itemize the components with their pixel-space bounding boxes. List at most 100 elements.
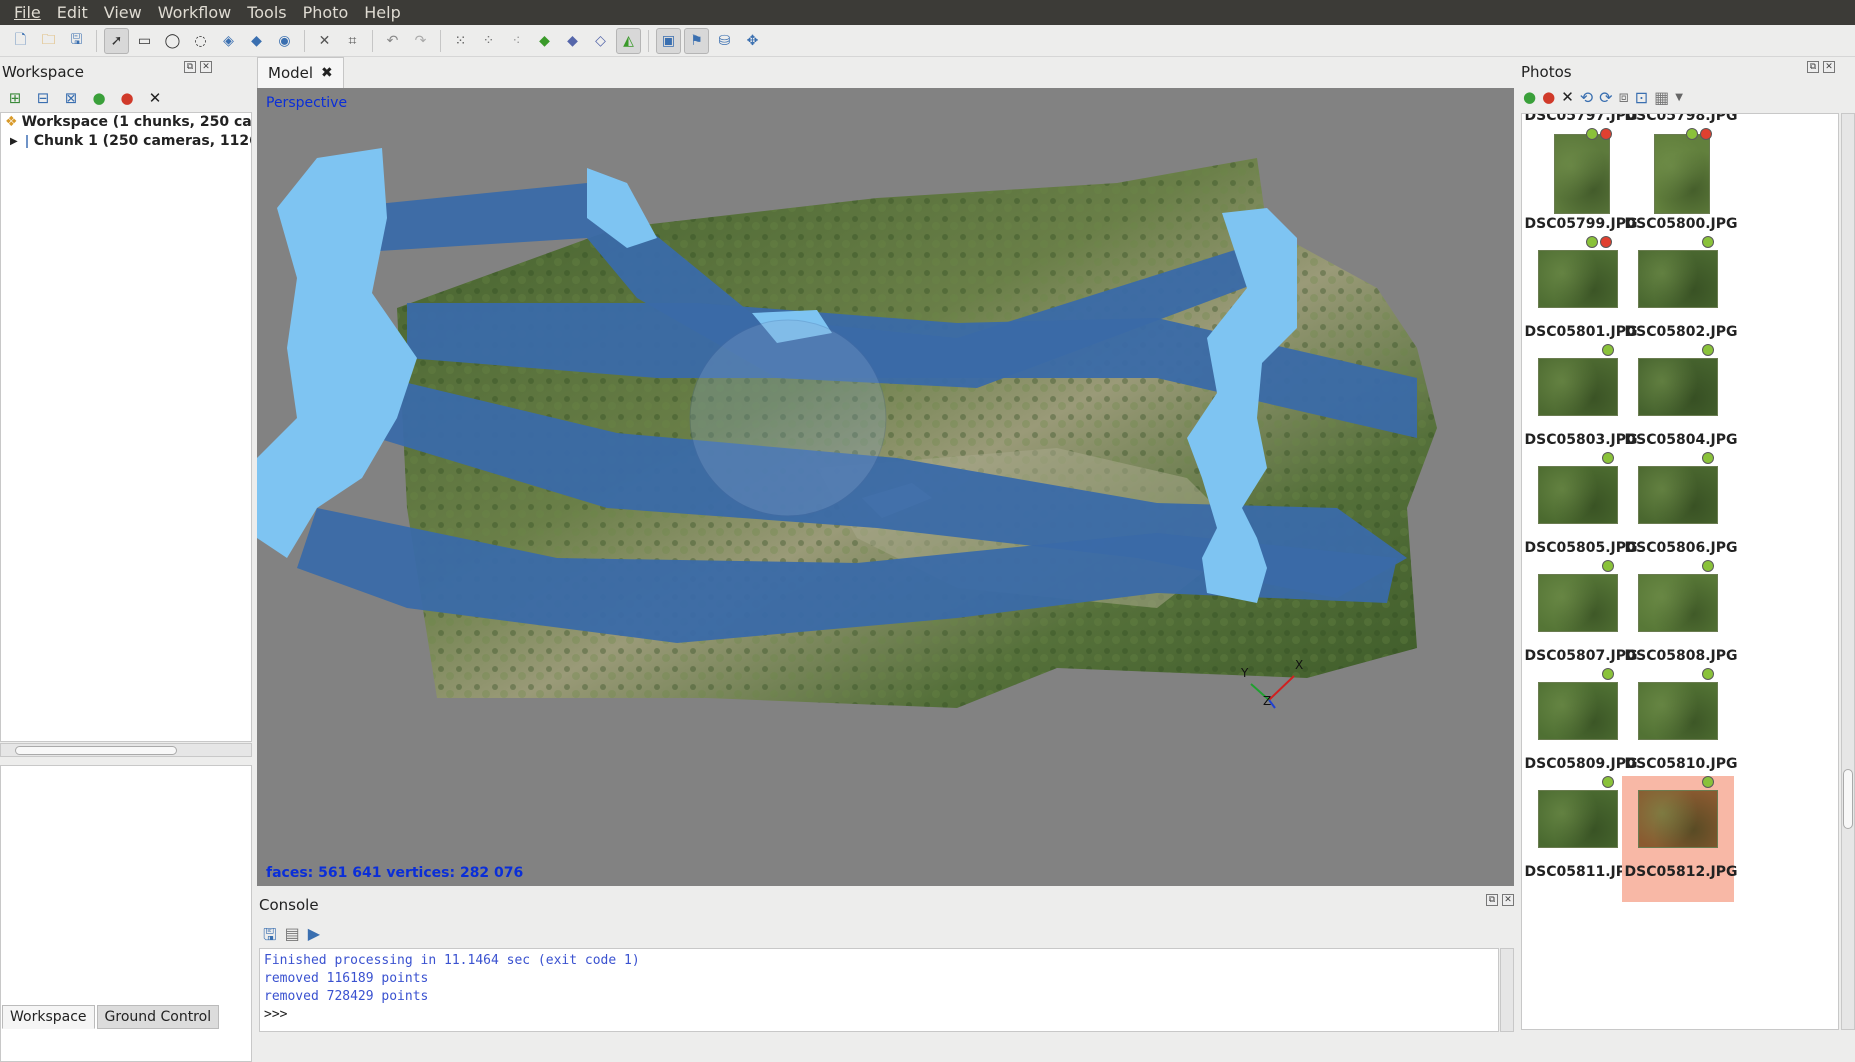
enable-icon[interactable]: ● <box>88 87 110 109</box>
photo-thumbnail[interactable] <box>1538 574 1618 632</box>
close-panel-icon[interactable]: ✕ <box>1502 894 1514 906</box>
menu-photo[interactable]: Photo <box>295 0 357 25</box>
remove-icon[interactable]: ✕ <box>144 87 166 109</box>
photo-thumbnail[interactable] <box>1654 134 1710 214</box>
add-folder-icon[interactable]: ⊠ <box>60 87 82 109</box>
show-region-icon[interactable]: ⛁ <box>712 28 737 54</box>
reset-region-icon[interactable]: ◈ <box>216 28 241 54</box>
rotate-left-icon[interactable]: ⟲ <box>1580 88 1593 107</box>
save-icon[interactable]: 🖫 <box>64 28 89 54</box>
console-prompt[interactable]: >>> <box>264 1006 1494 1024</box>
photo-thumbnail[interactable] <box>1554 134 1610 214</box>
tree-item-workspace[interactable]: ❖ Workspace (1 chunks, 250 cameras) <box>1 113 251 132</box>
remove-icon[interactable]: ✕ <box>1561 88 1574 106</box>
photo-thumbnail[interactable] <box>1538 682 1618 740</box>
photo-thumbnail[interactable] <box>1538 466 1618 524</box>
circle-selection-icon[interactable]: ◯ <box>160 28 185 54</box>
menu-help[interactable]: Help <box>356 0 408 25</box>
photo-item[interactable]: DSC05811.JPG <box>1522 776 1637 902</box>
photo-item[interactable]: DSC05812.JPG <box>1622 776 1737 902</box>
add-chunk-icon[interactable]: ⊞ <box>4 87 26 109</box>
menu-edit[interactable]: Edit <box>49 0 96 25</box>
scrollbar-thumb[interactable] <box>1843 769 1853 829</box>
photo-thumbnail[interactable] <box>1638 250 1718 308</box>
crop-selection-icon[interactable]: ⌗ <box>340 28 365 54</box>
scrollbar-thumb[interactable] <box>15 746 177 755</box>
solid-model-icon[interactable]: ◆ <box>560 28 585 54</box>
delete-selection-icon[interactable]: ✕ <box>312 28 337 54</box>
show-markers-icon[interactable]: ⚑ <box>684 27 709 54</box>
resize-region-icon[interactable]: ◆ <box>244 28 269 54</box>
photo-label[interactable]: DSC05798.JPG <box>1622 114 1740 124</box>
tree-item-chunk[interactable]: ▶ Chunk 1 (250 cameras, 112671 points) <box>1 132 251 151</box>
view-mode-icon[interactable]: ▦ <box>1654 88 1669 107</box>
menu-file[interactable]: File <box>6 0 49 25</box>
enable-icon[interactable]: ● <box>1523 88 1536 106</box>
shaded-model-icon[interactable]: ◆ <box>532 28 557 54</box>
workspace-tree: ❖ Workspace (1 chunks, 250 cameras) ▶ Ch… <box>0 112 252 742</box>
photo-thumbnail[interactable] <box>1638 358 1718 416</box>
rectangle-selection-icon[interactable]: ▭ <box>132 28 157 54</box>
wireframe-model-icon[interactable]: ◇ <box>588 28 613 54</box>
menu-view[interactable]: View <box>96 0 150 25</box>
console-toolbar: 🖫 ▤ ▶ <box>263 924 320 951</box>
undo-icon[interactable]: ↶ <box>380 28 405 54</box>
menu-workflow[interactable]: Workflow <box>150 0 239 25</box>
photos-scrollbar[interactable] <box>1841 113 1855 1030</box>
disable-icon[interactable]: ● <box>1542 88 1555 106</box>
run-script-icon[interactable]: ▶ <box>308 924 320 951</box>
open-folder-icon[interactable]: 🗀 <box>36 28 61 54</box>
photo-thumbnail[interactable] <box>1638 682 1718 740</box>
menu-bar: File Edit View Workflow Tools Photo Help <box>0 0 1855 25</box>
float-panel-icon[interactable]: ⧉ <box>1486 894 1498 906</box>
tab-ground-control[interactable]: Ground Control <box>96 1005 220 1029</box>
model-viewport[interactable]: X Y Z Perspective faces: 561 641 vertice… <box>257 88 1514 886</box>
photo-thumbnail[interactable] <box>1538 358 1618 416</box>
photo-label[interactable]: DSC05806.JPG <box>1622 540 1740 556</box>
photo-label[interactable]: DSC05800.JPG <box>1622 216 1740 232</box>
close-tab-icon[interactable]: ✖ <box>321 58 333 89</box>
disable-icon[interactable]: ● <box>116 87 138 109</box>
filter-icon[interactable]: ⧈ <box>1619 87 1629 107</box>
photo-label[interactable]: DSC05802.JPG <box>1622 324 1740 340</box>
close-panel-icon[interactable]: ✕ <box>1823 61 1835 73</box>
navigation-cursor-icon[interactable]: ➚ <box>104 27 129 54</box>
workspace-horizontal-scrollbar[interactable] <box>0 743 252 757</box>
dense-cloud-icon[interactable]: ⁘ <box>476 28 501 54</box>
photo-label[interactable]: DSC05810.JPG <box>1622 756 1740 772</box>
photo-label[interactable]: DSC05804.JPG <box>1622 432 1740 448</box>
navigation-trackball[interactable] <box>689 319 887 517</box>
float-panel-icon[interactable]: ⧉ <box>1807 61 1819 73</box>
tab-model[interactable]: Model ✖ <box>257 57 344 88</box>
rotate-region-icon[interactable]: ◉ <box>272 28 297 54</box>
show-cameras-icon[interactable]: ▣ <box>656 27 681 54</box>
photo-label[interactable]: DSC05812.JPG <box>1622 864 1740 880</box>
photo-thumbnail[interactable] <box>1538 790 1618 848</box>
photo-thumbnail[interactable] <box>1638 790 1718 848</box>
free-form-selection-icon[interactable]: ◌ <box>188 28 213 54</box>
console-scrollbar[interactable] <box>1500 948 1514 1032</box>
textured-model-icon[interactable]: ◭ <box>616 27 641 54</box>
expand-arrow-icon[interactable]: ▶ <box>10 132 18 151</box>
float-panel-icon[interactable]: ⧉ <box>184 61 196 73</box>
new-document-icon[interactable]: 🗋 <box>8 28 33 54</box>
photo-thumbnail[interactable] <box>1638 466 1718 524</box>
clear-log-icon[interactable]: ▤ <box>285 924 300 951</box>
redo-icon[interactable]: ↷ <box>408 28 433 54</box>
reset-filter-icon[interactable]: ⊡ <box>1635 88 1648 107</box>
point-cloud-icon[interactable]: ⁙ <box>448 28 473 54</box>
reset-view-icon[interactable]: ✥ <box>740 28 765 54</box>
save-log-icon[interactable]: 🖫 <box>263 924 277 951</box>
photo-thumbnail[interactable] <box>1638 574 1718 632</box>
dense-cloud-classes-icon[interactable]: ⁖ <box>504 28 529 54</box>
model-scene[interactable] <box>257 88 1514 886</box>
view-mode-dropdown-icon[interactable]: ▼ <box>1675 92 1683 103</box>
add-photos-icon[interactable]: ⊟ <box>32 87 54 109</box>
photo-label[interactable]: DSC05808.JPG <box>1622 648 1740 664</box>
photo-thumbnail[interactable] <box>1538 250 1618 308</box>
tab-workspace[interactable]: Workspace <box>2 1005 95 1029</box>
menu-tools[interactable]: Tools <box>239 0 294 25</box>
console-output[interactable]: Finished processing in 11.1464 sec (exit… <box>259 948 1499 1032</box>
close-panel-icon[interactable]: ✕ <box>200 61 212 73</box>
rotate-right-icon[interactable]: ⟳ <box>1599 88 1612 107</box>
